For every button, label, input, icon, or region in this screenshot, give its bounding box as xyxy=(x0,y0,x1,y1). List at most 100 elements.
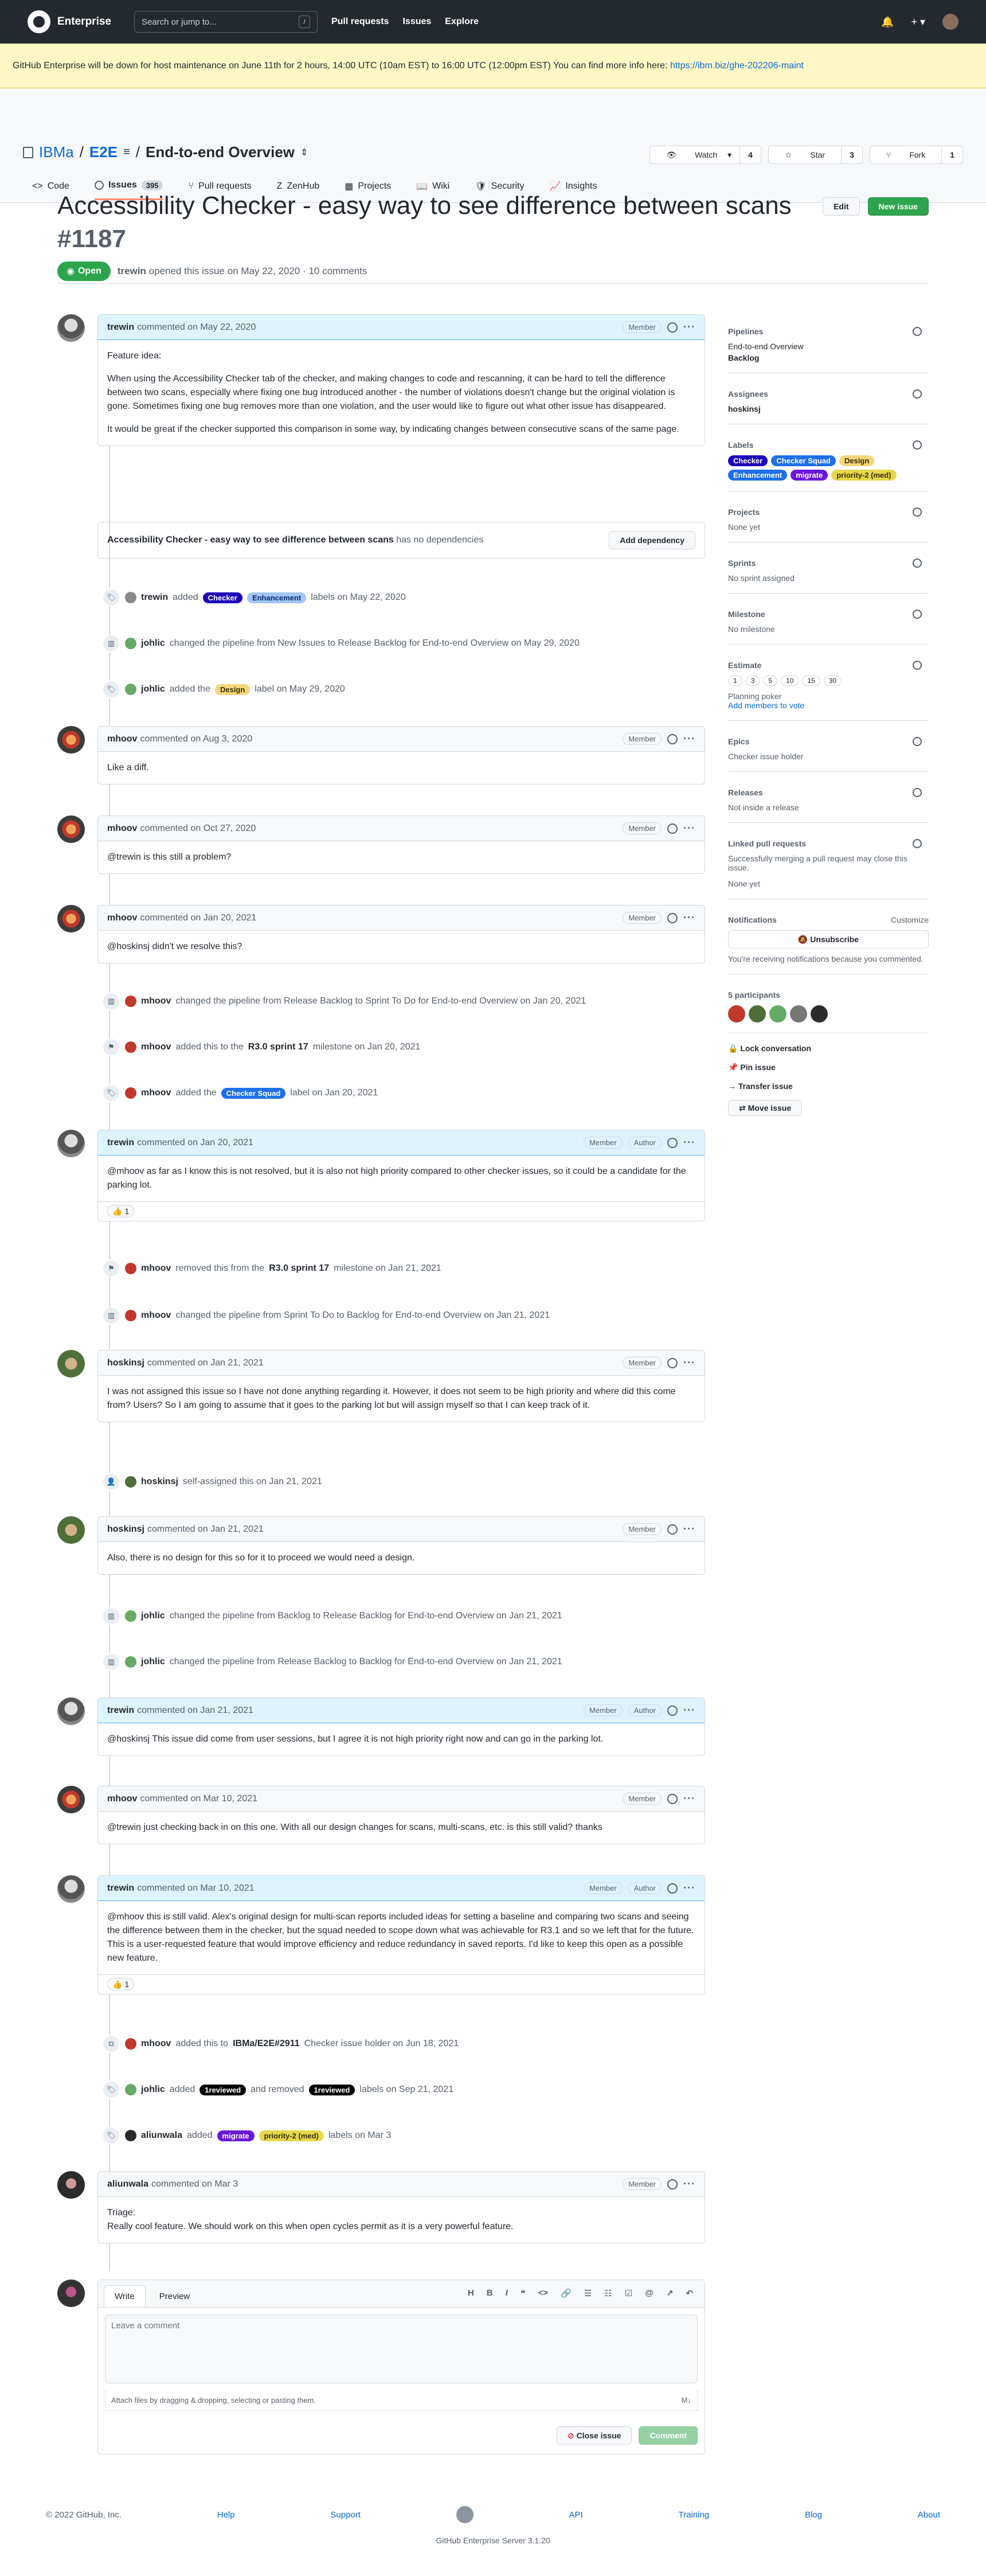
avatar[interactable] xyxy=(728,1005,745,1022)
avatar[interactable] xyxy=(125,996,136,1007)
label-1reviewed[interactable]: 1reviewed xyxy=(308,2084,355,2095)
kebab-icon[interactable]: ··· xyxy=(683,2178,695,2190)
comment-timestamp[interactable]: commented on Mar 3 xyxy=(151,2179,238,2189)
fork-button[interactable]: ⑂ Fork 1 xyxy=(869,146,963,164)
footer-support-link[interactable]: Support xyxy=(330,2510,361,2520)
comment-author[interactable]: hoskinsj xyxy=(107,1524,144,1535)
repo-owner-link[interactable]: IBMa xyxy=(39,143,74,161)
avatar[interactable] xyxy=(125,2084,136,2095)
kebab-icon[interactable]: ··· xyxy=(683,912,695,924)
label-design[interactable]: Design xyxy=(214,684,251,695)
estimate-option[interactable]: 5 xyxy=(763,676,778,686)
gear-icon[interactable] xyxy=(913,327,922,336)
smiley-icon[interactable] xyxy=(667,1357,678,1368)
kebab-icon[interactable]: ··· xyxy=(683,822,695,834)
comment-button[interactable]: Comment xyxy=(639,2426,698,2445)
kebab-icon[interactable]: ··· xyxy=(683,733,695,745)
event-user[interactable]: trewin xyxy=(141,592,168,603)
footer-help-link[interactable]: Help xyxy=(217,2510,235,2520)
smiley-icon[interactable] xyxy=(667,1883,678,1894)
footer-training-link[interactable]: Training xyxy=(679,2510,710,2520)
heading-icon[interactable]: H xyxy=(468,2288,474,2298)
avatar[interactable] xyxy=(125,1476,136,1488)
pipeline-board[interactable]: End-to-end Overview xyxy=(728,342,929,351)
event-user[interactable]: johlic xyxy=(141,684,165,694)
avatar[interactable] xyxy=(57,905,85,932)
comment-timestamp[interactable]: commented on Jan 20, 2021 xyxy=(137,1138,253,1148)
watch-button[interactable]: 👁 Watch ▾ 4 xyxy=(649,146,761,164)
label-migrate[interactable]: migrate xyxy=(791,470,828,481)
issue-author[interactable]: trewin xyxy=(118,266,146,276)
search-input[interactable]: Search or jump to... / xyxy=(134,11,318,33)
comment-timestamp[interactable]: commented on Mar 10, 2021 xyxy=(137,1883,255,1894)
event-user[interactable]: johlic xyxy=(141,1611,165,1621)
kebab-icon[interactable]: ··· xyxy=(683,1793,695,1805)
bullet-list-icon[interactable]: ☰ xyxy=(584,2288,592,2298)
comment-author[interactable]: mhoov xyxy=(107,734,137,744)
star-button[interactable]: ☆ Star 3 xyxy=(768,146,863,164)
gear-icon[interactable] xyxy=(913,610,922,619)
avatar[interactable] xyxy=(57,1516,85,1544)
footer-api-link[interactable]: API xyxy=(569,2510,583,2520)
comment-author[interactable]: mhoov xyxy=(107,1794,137,1804)
comment-timestamp[interactable]: commented on Jan 21, 2021 xyxy=(147,1358,264,1368)
move-issue-button[interactable]: ⇄ Move issue xyxy=(728,1100,929,1116)
event-user[interactable]: mhoov xyxy=(141,1088,171,1098)
updown-icon[interactable]: ⇕ xyxy=(300,147,308,158)
avatar[interactable] xyxy=(57,1875,85,1903)
maintenance-link[interactable]: https://ibm.biz/ghe-202206-maint xyxy=(670,61,804,71)
comment-timestamp[interactable]: commented on Jan 20, 2021 xyxy=(140,913,256,923)
avatar[interactable] xyxy=(57,2171,85,2199)
avatar[interactable] xyxy=(790,1005,807,1022)
bell-icon[interactable]: 🔔 xyxy=(881,16,894,28)
event-user[interactable]: mhoov xyxy=(141,1042,171,1052)
avatar[interactable] xyxy=(125,1656,136,1668)
comment-timestamp[interactable]: commented on Aug 3, 2020 xyxy=(140,734,252,744)
avatar[interactable] xyxy=(769,1005,787,1022)
comment-author[interactable]: trewin xyxy=(107,1705,134,1716)
gear-icon[interactable] xyxy=(913,737,922,746)
write-tab[interactable]: Write xyxy=(104,2285,146,2307)
pin-issue-link[interactable]: 📌 Pin issue xyxy=(728,1063,929,1072)
mention-icon[interactable]: @ xyxy=(645,2288,654,2298)
estimate-option[interactable]: 1 xyxy=(728,676,742,686)
task-list-icon[interactable]: ☑ xyxy=(625,2288,632,2298)
pipeline-column[interactable]: Backlog xyxy=(728,353,929,362)
avatar[interactable] xyxy=(57,1786,85,1813)
github-logo-icon[interactable] xyxy=(456,2506,474,2523)
nav-explore[interactable]: Explore xyxy=(445,17,479,27)
event-user[interactable]: hoskinsj xyxy=(141,1477,178,1487)
avatar[interactable] xyxy=(57,1350,85,1377)
event-user[interactable]: johlic xyxy=(141,638,165,649)
event-user[interactable]: johlic xyxy=(141,2085,165,2095)
event-user[interactable]: mhoov xyxy=(141,996,171,1006)
avatar[interactable] xyxy=(125,2038,136,2050)
label-checker[interactable]: Checker xyxy=(728,455,768,466)
nav-issues[interactable]: Issues xyxy=(402,17,431,27)
comment-timestamp[interactable]: commented on Jan 21, 2021 xyxy=(147,1524,264,1535)
avatar[interactable] xyxy=(125,1087,136,1099)
kebab-icon[interactable]: ··· xyxy=(683,1882,695,1894)
comment-timestamp[interactable]: commented on May 22, 2020 xyxy=(137,322,256,333)
avatar[interactable] xyxy=(57,726,85,754)
smiley-icon[interactable] xyxy=(667,322,678,333)
avatar[interactable] xyxy=(125,2130,136,2141)
unsubscribe-button[interactable]: 🔕 Unsubscribe xyxy=(728,930,929,949)
brand[interactable]: Enterprise xyxy=(28,10,111,33)
reference-icon[interactable]: ↗ xyxy=(666,2288,674,2298)
label-checker-squad[interactable]: Checker Squad xyxy=(771,455,836,466)
close-issue-button[interactable]: ⊘ Close issue xyxy=(556,2426,632,2445)
gear-icon[interactable] xyxy=(913,508,922,517)
footer-blog-link[interactable]: Blog xyxy=(805,2510,822,2520)
customize-link[interactable]: Customize xyxy=(891,915,929,924)
label-checker[interactable]: Checker xyxy=(202,592,242,603)
kebab-icon[interactable]: ··· xyxy=(683,1357,695,1369)
comment-author[interactable]: trewin xyxy=(107,322,134,333)
estimate-option[interactable]: 10 xyxy=(781,676,799,686)
repo-name-link[interactable]: E2E xyxy=(89,143,118,161)
user-avatar-menu[interactable] xyxy=(942,14,958,30)
smiley-icon[interactable] xyxy=(667,912,678,923)
milestone-link[interactable]: R3.0 sprint 17 xyxy=(248,1042,308,1052)
comment-author[interactable]: mhoov xyxy=(107,913,137,923)
avatar[interactable] xyxy=(57,1697,85,1725)
